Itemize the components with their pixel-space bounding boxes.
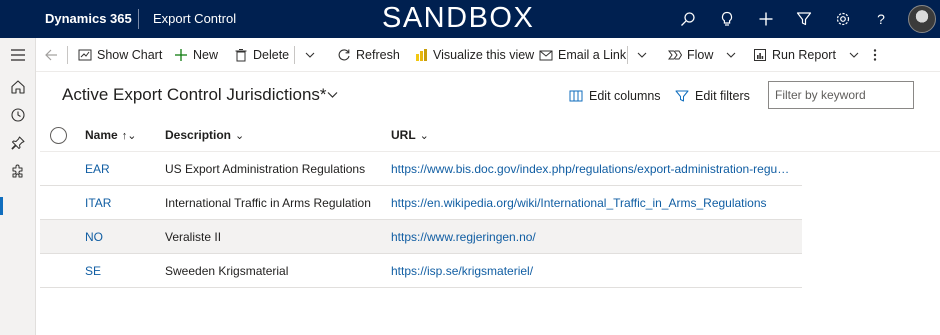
gear-icon[interactable] — [832, 8, 854, 30]
hamburger-icon[interactable] — [6, 43, 30, 67]
svg-text:?: ? — [877, 11, 885, 27]
puzzle-icon[interactable] — [6, 159, 30, 183]
top-navigation-bar: Dynamics 365 Export Control SANDBOX ? — [0, 0, 940, 38]
powerbi-icon — [416, 49, 427, 61]
command-divider — [67, 46, 68, 64]
command-bar: Show Chart New Delete Refresh Visualize … — [36, 38, 940, 72]
filter-keyword-input[interactable] — [768, 81, 914, 109]
app-name[interactable]: Export Control — [153, 11, 236, 26]
home-icon[interactable] — [6, 75, 30, 99]
delete-button[interactable]: Delete — [234, 38, 289, 72]
chevron-down-icon — [305, 52, 315, 58]
add-icon — [175, 49, 187, 61]
avatar[interactable] — [908, 5, 936, 33]
sort-ascending-icon: ↑⌄ — [121, 129, 137, 142]
column-header-url[interactable]: URL ⌄ — [391, 128, 429, 142]
record-name-link[interactable]: ITAR — [85, 196, 111, 210]
record-name-link[interactable]: SE — [85, 264, 101, 278]
email-link-label: Email a Link — [558, 48, 627, 62]
topbar-divider — [138, 9, 139, 29]
flow-label: Flow — [687, 48, 714, 62]
delete-more-chevron[interactable] — [304, 38, 321, 72]
record-description: Sweeden Krigsmaterial — [165, 264, 289, 278]
chart-icon — [78, 49, 92, 61]
new-button[interactable]: New — [174, 38, 218, 72]
command-divider — [627, 46, 628, 64]
refresh-button[interactable]: Refresh — [337, 38, 400, 72]
chevron-down-icon — [849, 52, 859, 58]
show-chart-button[interactable]: Show Chart — [78, 38, 162, 72]
run-report-label: Run Report — [772, 48, 836, 62]
show-chart-label: Show Chart — [97, 48, 163, 62]
active-indicator — [0, 197, 3, 215]
chevron-down-icon: ⌄ — [419, 129, 429, 142]
column-header-name[interactable]: Name ↑⌄ — [85, 128, 136, 142]
plus-icon[interactable] — [755, 8, 777, 30]
search-icon[interactable] — [677, 8, 699, 30]
back-button[interactable] — [44, 38, 63, 72]
edit-filters-button[interactable]: Edit filters — [675, 86, 750, 106]
command-divider — [294, 46, 295, 64]
record-description: Veraliste II — [165, 230, 222, 244]
column-description-label: Description — [165, 128, 232, 142]
record-description: US Export Administration Regulations — [165, 162, 366, 176]
refresh-icon — [338, 49, 350, 61]
select-all-checkbox[interactable] — [50, 127, 67, 144]
table-row[interactable]: ITAR International Traffic in Arms Regul… — [40, 186, 802, 220]
delete-label: Delete — [253, 48, 290, 62]
left-navigation-rail — [0, 38, 36, 335]
edit-columns-button[interactable]: Edit columns — [569, 86, 661, 106]
record-name-link[interactable]: NO — [85, 230, 103, 244]
refresh-label: Refresh — [356, 48, 400, 62]
record-name-link[interactable]: EAR — [85, 162, 110, 176]
flow-icon — [668, 50, 682, 60]
run-report-button[interactable]: Run Report — [753, 38, 865, 72]
chevron-down-icon: ⌄ — [235, 129, 245, 142]
edit-filters-label: Edit filters — [695, 89, 750, 103]
table-row[interactable]: EAR US Export Administration Regulations… — [40, 152, 802, 186]
visualize-label: Visualize this view — [433, 48, 535, 62]
flow-button[interactable]: Flow — [668, 38, 742, 72]
mail-icon — [539, 50, 553, 61]
record-description: International Traffic in Arms Regulation — [165, 196, 371, 210]
recent-icon[interactable] — [6, 103, 30, 127]
view-title[interactable]: Active Export Control Jurisdictions* — [62, 85, 327, 105]
chevron-down-icon — [637, 52, 647, 58]
columns-icon — [569, 90, 583, 102]
table-row[interactable]: SE Sweeden Krigsmaterial https://isp.se/… — [40, 254, 802, 288]
grid-header: Name ↑⌄ Description ⌄ URL ⌄ — [40, 118, 940, 152]
email-link-button[interactable]: Email a Link — [539, 38, 626, 72]
new-label: New — [193, 48, 219, 62]
record-url-link[interactable]: https://isp.se/krigsmateriel/ — [391, 264, 791, 278]
report-icon — [754, 49, 766, 61]
more-commands-button[interactable] — [872, 38, 883, 72]
brand-title[interactable]: Dynamics 365 — [45, 11, 132, 26]
help-icon[interactable]: ? — [870, 8, 892, 30]
column-name-label: Name — [85, 128, 118, 142]
visualize-button[interactable]: Visualize this view — [414, 38, 534, 72]
environment-banner: SANDBOX — [382, 2, 535, 34]
column-header-description[interactable]: Description ⌄ — [165, 128, 244, 142]
lightbulb-icon[interactable] — [716, 8, 738, 30]
more-vertical-icon — [873, 49, 877, 61]
record-url-link[interactable]: https://www.regjeringen.no/ — [391, 230, 791, 244]
view-selector-chevron-icon[interactable] — [326, 88, 339, 106]
column-url-label: URL — [391, 128, 416, 142]
record-url-link[interactable]: https://en.wikipedia.org/wiki/Internatio… — [391, 196, 791, 210]
email-more-chevron[interactable] — [636, 38, 653, 72]
filter-icon — [675, 90, 689, 102]
table-row[interactable]: NO Veraliste II https://www.regjeringen.… — [40, 220, 802, 254]
trash-icon — [235, 49, 247, 62]
filter-icon[interactable] — [793, 8, 815, 30]
record-url-link[interactable]: https://www.bis.doc.gov/index.php/regula… — [391, 162, 791, 176]
chevron-down-icon — [727, 52, 736, 58]
edit-columns-label: Edit columns — [589, 89, 661, 103]
pin-icon[interactable] — [6, 131, 30, 155]
